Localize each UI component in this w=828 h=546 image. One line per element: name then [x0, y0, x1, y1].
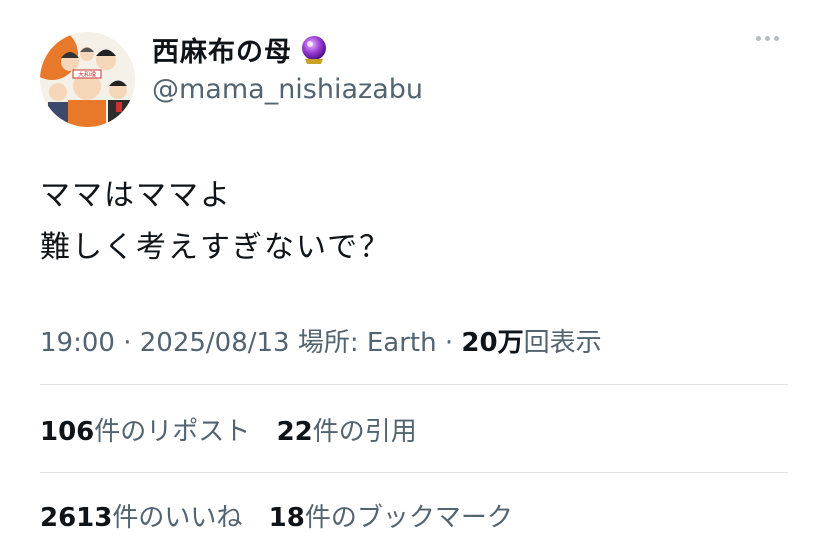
- bookmarks-stat[interactable]: 18件のブックマーク: [269, 503, 513, 533]
- quotes-count: 22: [276, 417, 313, 447]
- name-row: 西麻布の母: [152, 30, 330, 69]
- likes-count: 2613: [40, 503, 113, 533]
- bookmarks-label: 件のブックマーク: [304, 503, 513, 533]
- avatar-sign-text: 大和魂: [78, 71, 96, 79]
- likes-stat[interactable]: 2613件のいいね: [40, 503, 242, 533]
- tweet-location[interactable]: 場所: Earth: [298, 328, 437, 358]
- divider: [40, 472, 788, 473]
- tweet-line: ママはママよ: [40, 178, 232, 213]
- tweet-text: ママはママよ 難しく考えすぎないで？: [40, 170, 391, 274]
- divider: [40, 384, 788, 385]
- more-options-icon[interactable]: [756, 36, 779, 41]
- quotes-label: 件の引用: [312, 417, 417, 447]
- views-label: 回表示: [523, 328, 602, 358]
- views-count: 20万: [461, 328, 524, 358]
- user-handle[interactable]: @mama_nishiazabu: [152, 74, 423, 105]
- reposts-label: 件のリポスト: [94, 417, 251, 447]
- tweet-date[interactable]: 2025/08/13: [140, 328, 290, 358]
- avatar[interactable]: 大和魂: [40, 32, 135, 127]
- reposts-stat[interactable]: 106件のリポスト: [40, 417, 250, 447]
- tweet-time[interactable]: 19:00: [40, 328, 115, 358]
- stats-row: 106件のリポスト 22件の引用: [40, 411, 435, 448]
- crystal-ball-icon: [302, 35, 326, 64]
- stats-row: 2613件のいいね 18件のブックマーク: [40, 497, 531, 534]
- quotes-stat[interactable]: 22件の引用: [277, 417, 417, 447]
- tweet-line: 難しく考えすぎないで？: [40, 230, 392, 265]
- tweet-meta: 19:00 · 2025/08/13 場所: Earth · 20万回表示: [40, 328, 602, 358]
- reposts-count: 106: [40, 417, 95, 447]
- bookmarks-count: 18: [268, 503, 305, 533]
- avatar-illustration: 大和魂: [40, 32, 135, 127]
- display-name[interactable]: 西麻布の母: [152, 30, 292, 69]
- likes-label: 件のいいね: [112, 503, 243, 533]
